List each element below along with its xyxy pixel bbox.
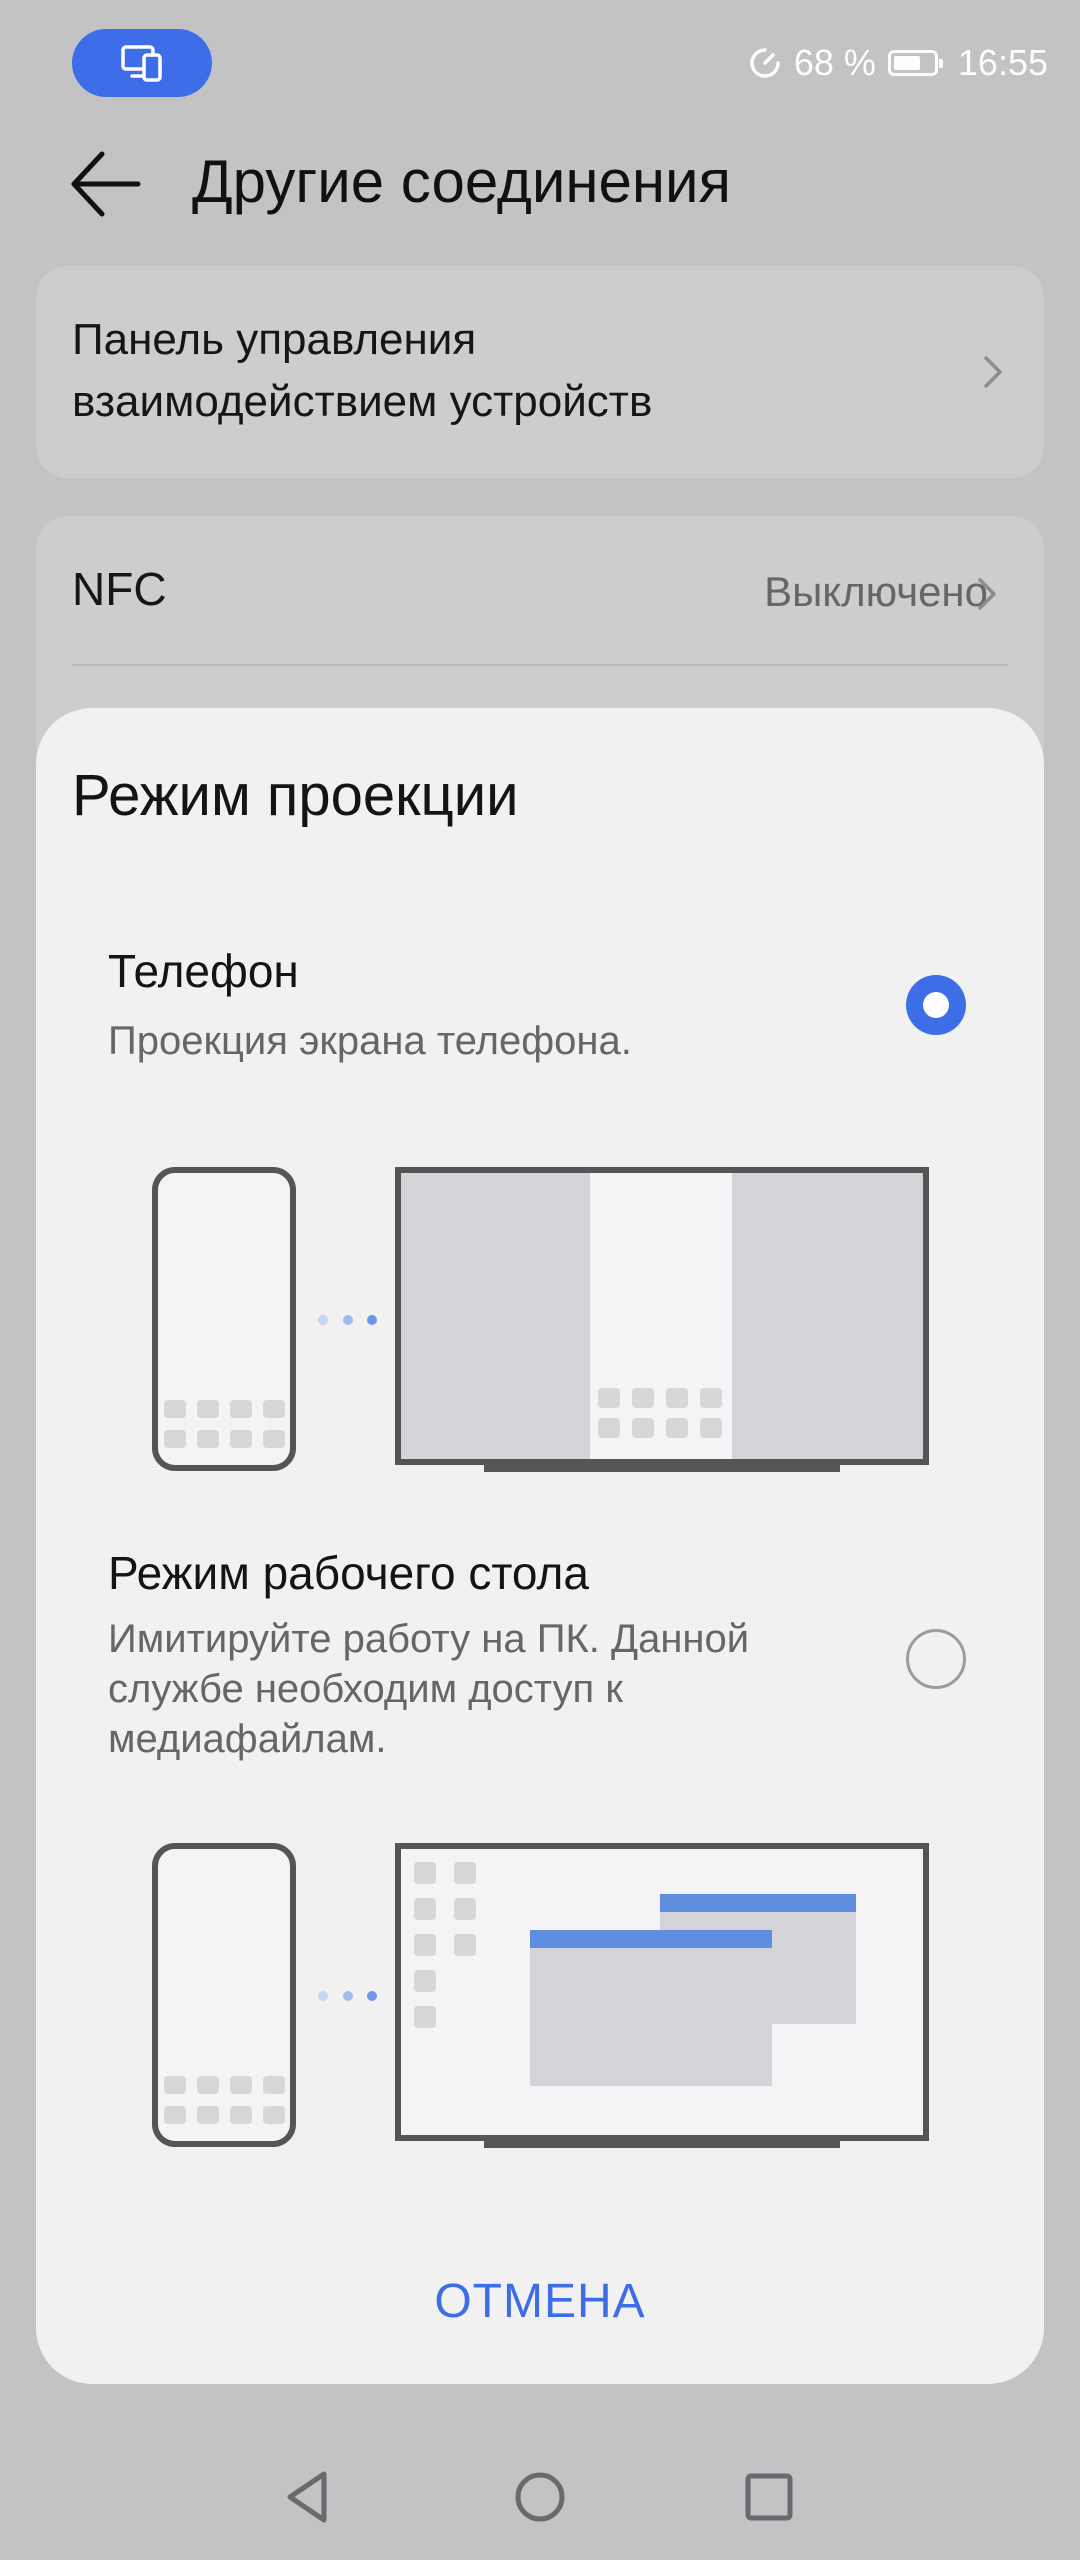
phone-mode-illustration [152, 1167, 929, 1472]
option-phone-description: Проекция экрана телефона. [108, 1019, 632, 1063]
cancel-button[interactable]: ОТМЕНА [300, 2256, 780, 2346]
device-cast-icon [121, 45, 162, 82]
status-bar-right: 68 % 16:55 [748, 38, 1048, 88]
nav-home-button[interactable] [505, 2462, 575, 2532]
radio-phone[interactable] [906, 975, 966, 1035]
option-phone-title: Телефон [108, 945, 299, 997]
nfc-label: NFC [72, 563, 167, 615]
device-panel-row[interactable]: Панель управления взаимодействием устрой… [36, 266, 1044, 478]
back-button[interactable] [68, 146, 148, 222]
battery-percent: 68 % [793, 42, 876, 83]
square-recents-icon [745, 2473, 793, 2521]
nav-back-button[interactable] [274, 2462, 344, 2532]
desktop-mode-illustration [152, 1843, 929, 2148]
dialog-title: Режим проекции [72, 763, 519, 828]
screen-cast-indicator[interactable] [72, 29, 212, 97]
device-panel-label: Панель управления взаимодействием устрой… [72, 315, 653, 426]
chevron-right-icon [978, 578, 996, 610]
chevron-right-icon [984, 356, 1002, 388]
data-saver-icon [750, 48, 780, 78]
battery-icon [887, 50, 943, 76]
arrow-left-icon [71, 151, 141, 217]
radio-desktop[interactable] [906, 1629, 966, 1689]
clock: 16:55 [957, 42, 1048, 83]
option-desktop-title: Режим рабочего стола [108, 1547, 589, 1599]
triangle-back-icon [287, 2471, 327, 2523]
nav-recents-button[interactable] [734, 2462, 804, 2532]
circle-home-icon [515, 2472, 565, 2522]
divider [72, 664, 1008, 666]
option-desktop-description: Имитируйте работу на ПК. Данной службе н… [108, 1617, 750, 1761]
nfc-status[interactable]: Выключено [764, 568, 988, 616]
page-title: Другие соединения [192, 148, 732, 215]
